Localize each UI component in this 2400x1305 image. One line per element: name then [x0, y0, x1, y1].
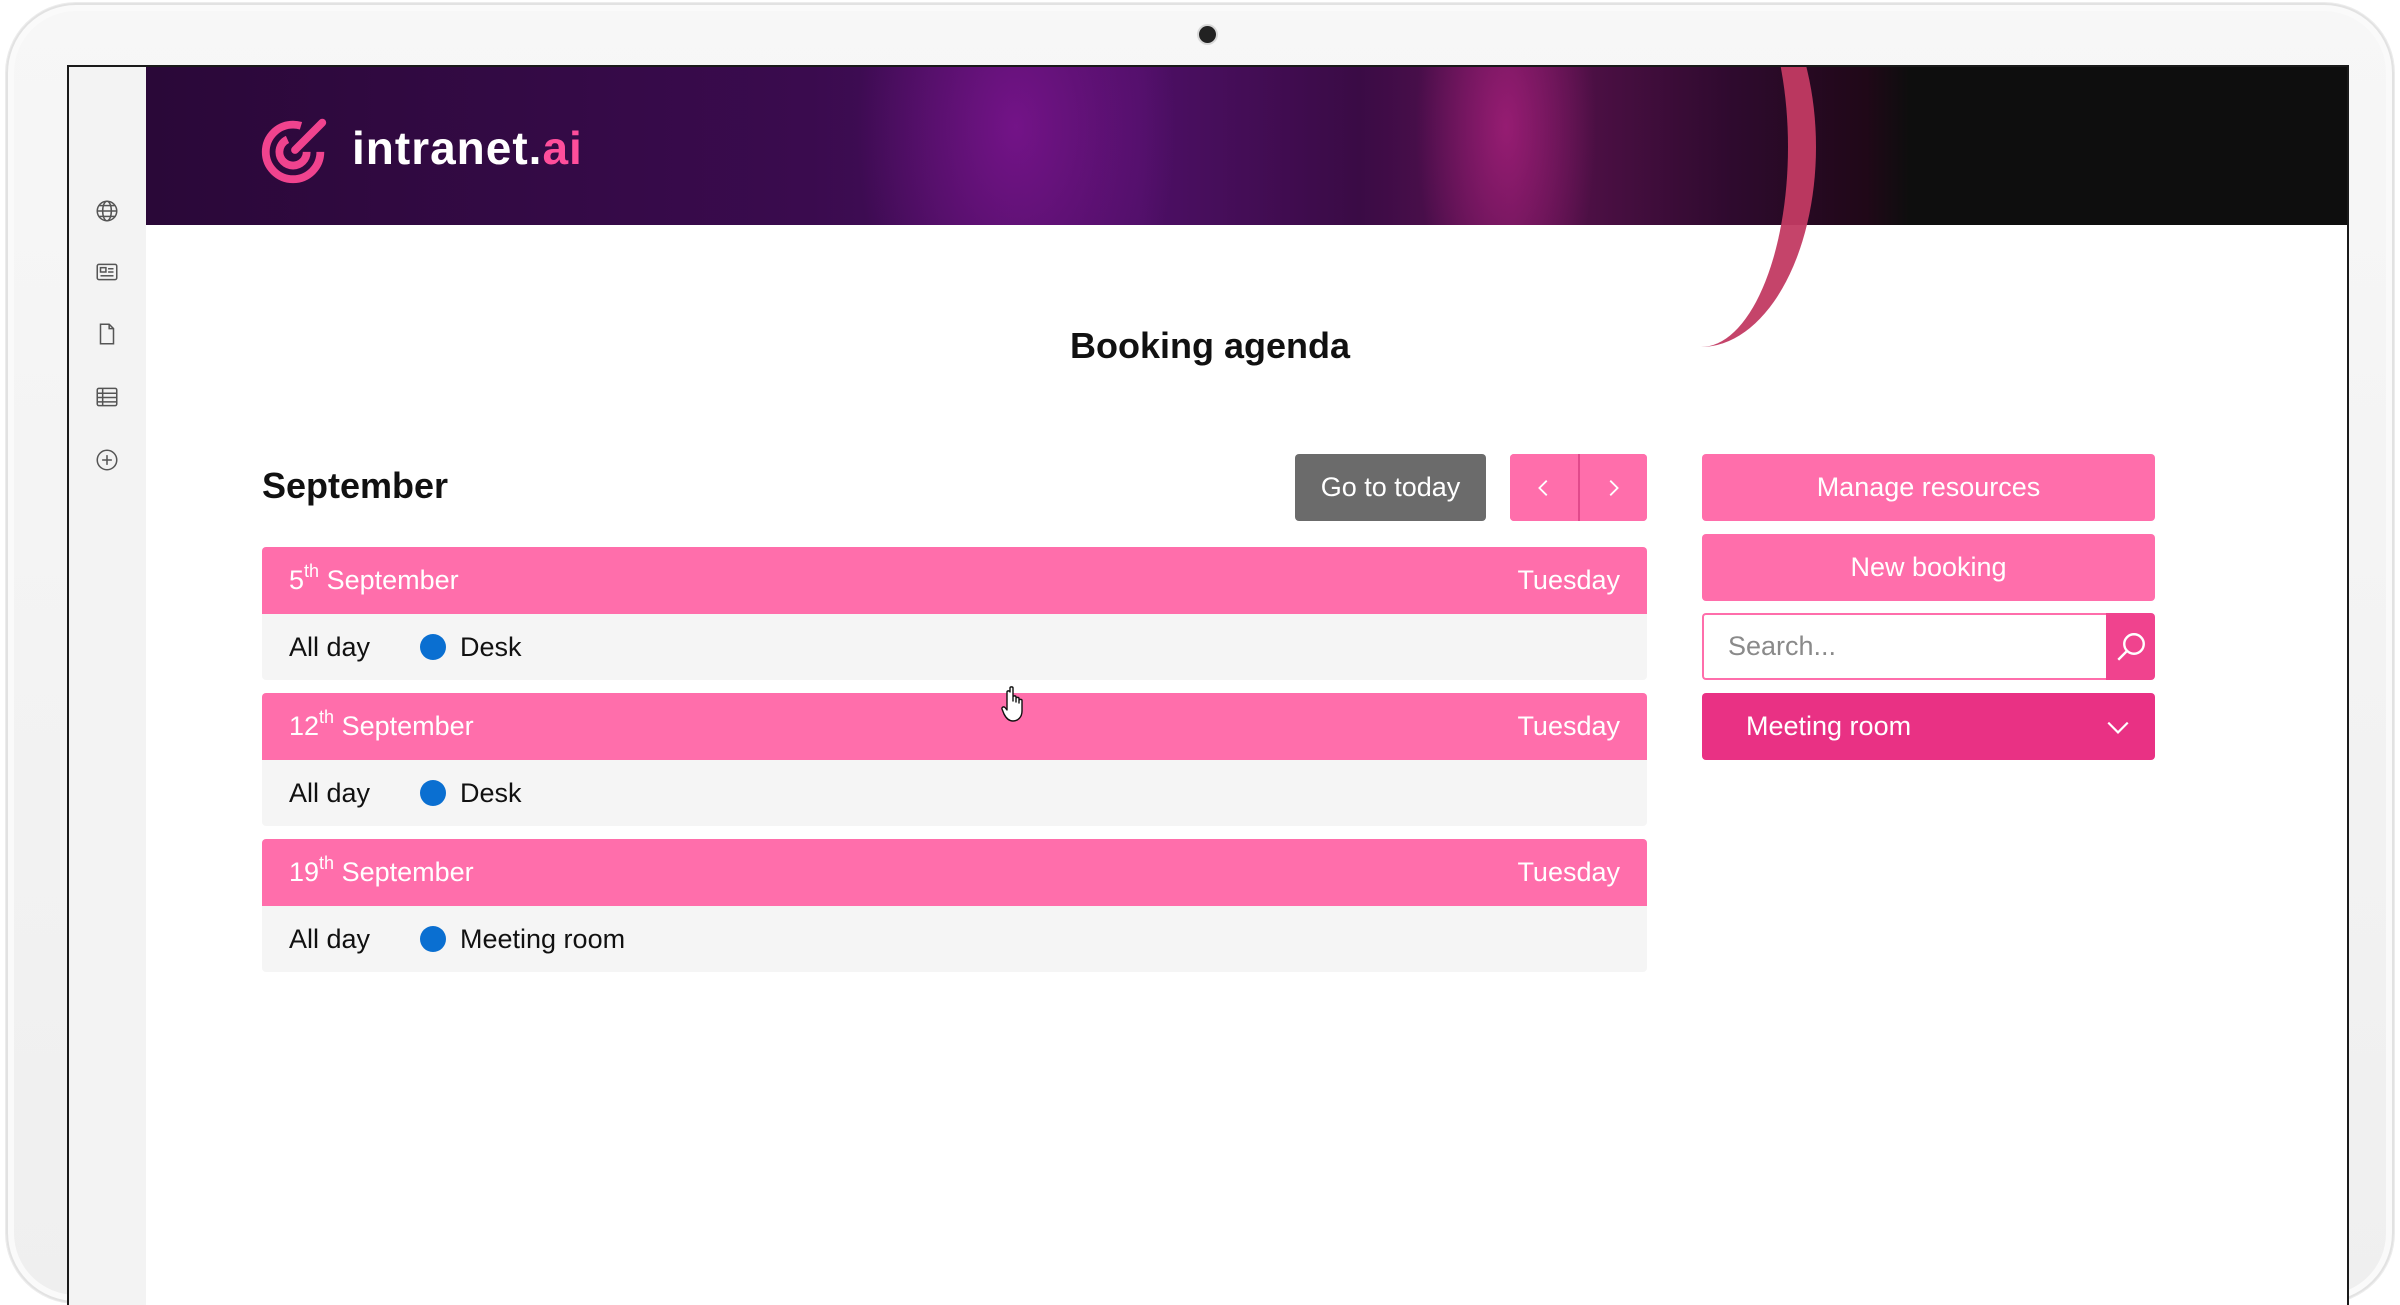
camera-dot — [1199, 26, 1216, 43]
brand-logo[interactable]: intranet.ai — [256, 109, 583, 187]
chevron-left-icon — [1537, 479, 1548, 496]
day-date: 19th September — [289, 853, 474, 887]
booking-time: All day — [289, 631, 371, 662]
booking-resource: Desk — [460, 777, 522, 808]
target-logo-icon — [261, 118, 327, 184]
agenda-day[interactable]: 12th September Tuesday All day Desk — [262, 693, 1647, 826]
plus-circle-icon[interactable] — [93, 446, 121, 474]
booking-row[interactable]: All day Desk — [262, 614, 1647, 680]
resource-filter-select[interactable]: Meeting room — [1702, 693, 2155, 760]
banner-decoration — [1586, 67, 1816, 347]
table-icon[interactable] — [93, 383, 121, 411]
chevron-down-icon — [2107, 721, 2129, 734]
day-header: 5th September Tuesday — [262, 547, 1647, 614]
booking-resource: Desk — [460, 631, 522, 662]
hand-cursor-icon — [1001, 686, 1023, 722]
resource-dot — [420, 780, 446, 806]
search-input[interactable] — [1702, 613, 2106, 680]
search-bar — [1702, 613, 2155, 680]
left-sidebar — [69, 67, 146, 1305]
resource-filter-value: Meeting room — [1746, 711, 1912, 741]
laptop-frame: intranet.ai Booking agenda September Go … — [6, 3, 2394, 1305]
day-date: 5th September — [289, 561, 459, 595]
new-booking-button[interactable]: New booking — [1702, 534, 2155, 601]
next-button[interactable] — [1577, 454, 1647, 521]
app-screen: intranet.ai Booking agenda September Go … — [67, 65, 2349, 1305]
booking-row[interactable]: All day Meeting room — [262, 906, 1647, 972]
booking-row[interactable]: All day Desk — [262, 760, 1647, 826]
day-weekday: Tuesday — [1517, 711, 1620, 741]
search-icon — [2116, 632, 2145, 661]
brand-name: intranet.ai — [352, 122, 583, 174]
agenda-day[interactable]: 5th September Tuesday All day Desk — [262, 547, 1647, 680]
globe-icon[interactable] — [93, 197, 121, 225]
go-to-today-button[interactable]: Go to today — [1295, 454, 1486, 521]
manage-resources-button[interactable]: Manage resources — [1702, 454, 2155, 521]
agenda-day[interactable]: 19th September Tuesday All day Meeting r… — [262, 839, 1647, 972]
header-banner: intranet.ai — [146, 67, 2347, 347]
day-weekday: Tuesday — [1517, 565, 1620, 595]
day-date: 12th September — [289, 707, 474, 741]
day-header: 12th September Tuesday — [262, 693, 1647, 760]
news-icon[interactable] — [93, 258, 121, 286]
booking-time: All day — [289, 923, 371, 954]
day-header: 19th September Tuesday — [262, 839, 1647, 906]
search-button[interactable] — [2106, 613, 2155, 680]
resource-dot — [420, 926, 446, 952]
current-month: September — [262, 465, 449, 506]
day-weekday: Tuesday — [1517, 857, 1620, 887]
month-nav — [1510, 454, 1647, 521]
previous-button[interactable] — [1510, 454, 1578, 521]
booking-time: All day — [289, 777, 371, 808]
booking-resource: Meeting room — [460, 923, 626, 954]
resource-dot — [420, 634, 446, 660]
chevron-right-icon — [1609, 479, 1620, 496]
page-title: Booking agenda — [1069, 325, 1351, 366]
